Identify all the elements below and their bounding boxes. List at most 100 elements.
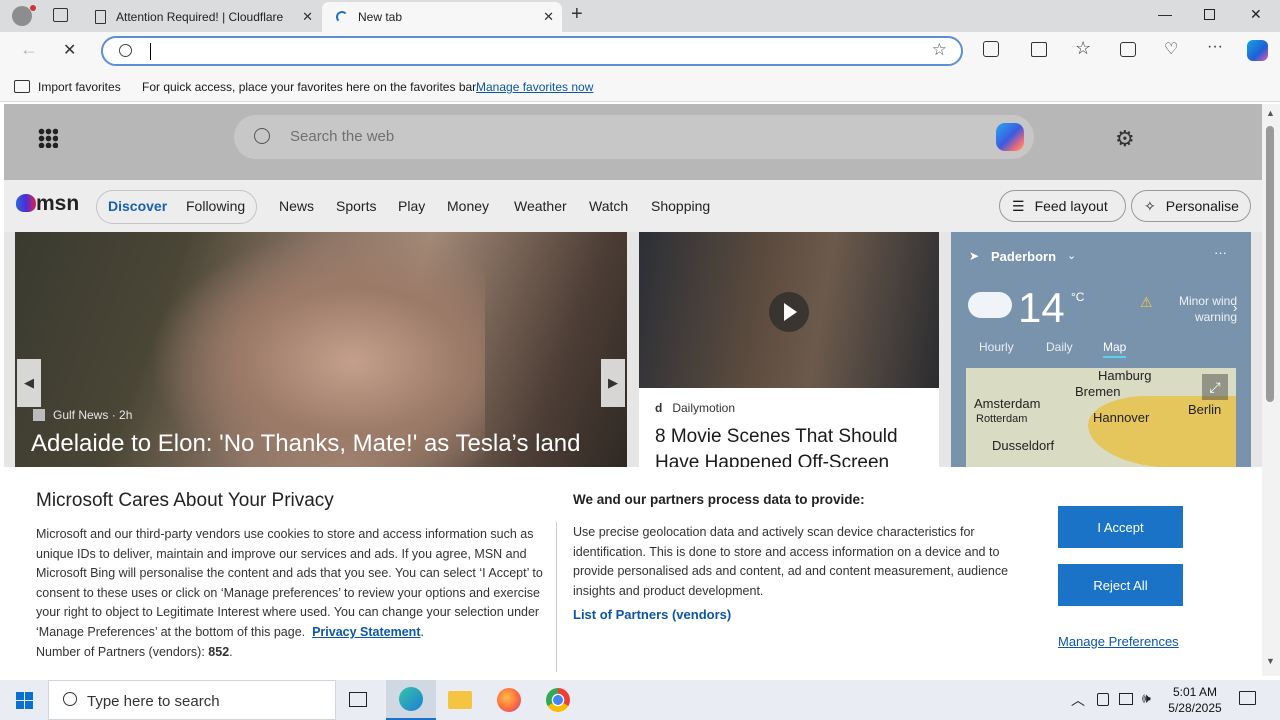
personalise-label: Personalise [1165, 198, 1239, 214]
file-explorer-icon[interactable] [448, 691, 472, 709]
profile-icon[interactable] [12, 6, 32, 26]
map-city: Hamburg [1098, 368, 1152, 383]
purposes-text: Use precise geolocation data and activel… [573, 525, 1009, 598]
privacy-statement-link[interactable]: Privacy Statement [312, 625, 420, 639]
hero-carousel[interactable]: ◀ ▶ Gulf News · 2h Adelaide to Elon: 'No… [15, 232, 627, 468]
loading-icon [336, 11, 348, 23]
nav-shopping[interactable]: Shopping [651, 198, 710, 214]
close-tab-icon[interactable]: ✕ [543, 9, 554, 25]
copilot-icon[interactable] [996, 123, 1024, 151]
weather-location[interactable]: Paderborn [991, 249, 1056, 264]
partners-list-link[interactable]: List of Partners (vendors) [573, 607, 731, 622]
more-icon[interactable]: ··· [1207, 38, 1223, 56]
nav-news[interactable]: News [279, 198, 314, 214]
weather-map[interactable]: Hamburg Bremen Amsterdam Rotterdam Hanno… [966, 368, 1236, 468]
edge-icon[interactable] [386, 680, 436, 720]
meet-now-icon[interactable] [1097, 693, 1109, 706]
split-screen-icon[interactable] [1031, 42, 1047, 57]
windows-start-icon[interactable] [16, 692, 33, 709]
nav-money[interactable]: Money [447, 198, 489, 214]
nav-watch[interactable]: Watch [589, 198, 628, 214]
tab-following[interactable]: Following [186, 198, 245, 214]
privacy-body: Microsoft and our third-party vendors us… [36, 527, 543, 659]
firefox-icon[interactable] [497, 688, 521, 712]
scroll-down-icon[interactable]: ▼ [1266, 656, 1275, 666]
import-favorites-icon[interactable] [14, 80, 30, 93]
close-tab-icon[interactable]: ✕ [302, 9, 313, 25]
tab-actions-icon[interactable] [53, 8, 68, 22]
partners-count-label: Number of Partners (vendors): [36, 644, 205, 659]
chevron-right-icon[interactable]: › [1233, 300, 1237, 315]
tab-map[interactable]: Map [1103, 340, 1127, 358]
card-title[interactable]: 8 Movie Scenes That Should Have Happened… [655, 424, 927, 468]
scroll-up-icon[interactable]: ▲ [1266, 108, 1275, 118]
restore-icon[interactable] [1204, 9, 1215, 20]
taskbar-search-box[interactable]: Type here to search [48, 680, 336, 720]
task-view-icon[interactable] [349, 692, 367, 707]
settings-gear-icon[interactable]: ⚙ [1115, 126, 1135, 152]
chrome-icon[interactable] [546, 688, 570, 712]
favorite-star-icon[interactable]: ☆ [932, 40, 947, 60]
search-icon [254, 128, 270, 144]
browser-essentials-icon[interactable]: ♡ [1164, 39, 1178, 59]
chevron-down-icon[interactable]: ⌄ [1067, 249, 1076, 262]
feed-layout-button[interactable]: ☰ Feed layout [999, 190, 1126, 222]
web-search-box[interactable]: Search the web [234, 115, 1034, 159]
address-bar[interactable]: ☆ [101, 36, 963, 66]
nav-play[interactable]: Play [398, 198, 425, 214]
tab-new-tab[interactable]: New tab ✕ [322, 2, 562, 32]
manage-favorites-link[interactable]: Manage favorites now [476, 80, 593, 94]
page-scrollbar[interactable]: ▲ ▼ [1262, 104, 1280, 676]
extensions-icon[interactable] [983, 41, 999, 57]
personalise-button[interactable]: ✧ Personalise [1131, 190, 1251, 222]
carousel-prev-icon[interactable]: ◀ [17, 359, 41, 407]
notifications-icon[interactable] [1239, 691, 1256, 705]
expand-icon[interactable]: ⤢ [1202, 374, 1228, 400]
hero-title[interactable]: Adelaide to Elon: 'No Thanks, Mate!' as … [31, 430, 581, 458]
news-card-video[interactable]: d Dailymotion 8 Movie Scenes That Should … [639, 232, 939, 468]
map-city: Bremen [1075, 384, 1121, 399]
apps-grid-icon[interactable] [38, 128, 58, 148]
scrollbar-thumb[interactable] [1266, 126, 1274, 402]
location-arrow-icon: ➤ [969, 249, 980, 263]
network-icon[interactable] [1119, 693, 1133, 705]
carousel-next-icon[interactable]: ▶ [601, 359, 625, 407]
tab-hourly[interactable]: Hourly [979, 340, 1014, 354]
accept-button[interactable]: I Accept [1058, 506, 1183, 548]
copilot-icon[interactable] [1247, 40, 1268, 61]
back-icon[interactable]: ← [20, 39, 38, 60]
msn-logo[interactable]: msn [16, 192, 79, 216]
privacy-consent-banner: Microsoft Cares About Your Privacy Micro… [4, 467, 1262, 676]
divider [556, 522, 557, 672]
weather-alert[interactable]: Minor wind warning [1155, 293, 1237, 325]
tab-strip: Attention Required! | Cloudflare ✕ New t… [0, 0, 1280, 32]
toolbar: ← ✕ ☆ ☆ ♡ ··· [0, 32, 1280, 72]
tab-cloudflare[interactable]: Attention Required! | Cloudflare ✕ [85, 2, 321, 32]
import-favorites-button[interactable]: Import favorites [38, 80, 121, 94]
close-window-icon[interactable]: ✕ [1250, 6, 1262, 23]
play-icon[interactable] [769, 292, 809, 332]
manage-preferences-link[interactable]: Manage Preferences [1058, 634, 1179, 649]
collections-icon[interactable] [1120, 42, 1136, 57]
windows-taskbar: Type here to search ︿ 🕪 5:01 AM 5/28/202… [0, 680, 1280, 720]
tab-daily[interactable]: Daily [1046, 340, 1073, 354]
nav-weather[interactable]: Weather [514, 198, 567, 214]
nav-sports[interactable]: Sports [336, 198, 376, 214]
web-search-placeholder: Search the web [290, 128, 395, 145]
favorites-icon[interactable]: ☆ [1075, 38, 1091, 59]
chevron-up-icon[interactable]: ︿ [1071, 690, 1085, 710]
stop-loading-icon[interactable]: ✕ [63, 40, 76, 60]
weather-card[interactable]: ➤ Paderborn ⌄ ··· 14 °C ⚠ Minor wind war… [951, 232, 1251, 468]
favorites-hint: For quick access, place your favorites h… [142, 80, 479, 94]
volume-icon[interactable]: 🕪 [1142, 690, 1151, 707]
tab-title: New tab [358, 10, 403, 24]
new-tab-icon[interactable]: + [571, 3, 583, 26]
more-options-icon[interactable]: ··· [1214, 245, 1227, 260]
msn-nav-bar: msn Discover Following News Sports Play … [4, 180, 1262, 232]
text-cursor [150, 43, 151, 60]
minimize-icon[interactable]: — [1158, 6, 1172, 22]
system-clock[interactable]: 5:01 AM 5/28/2025 [1160, 684, 1230, 716]
tab-discover[interactable]: Discover [108, 198, 167, 214]
map-city: Amsterdam [974, 396, 1041, 411]
reject-all-button[interactable]: Reject All [1058, 564, 1183, 606]
